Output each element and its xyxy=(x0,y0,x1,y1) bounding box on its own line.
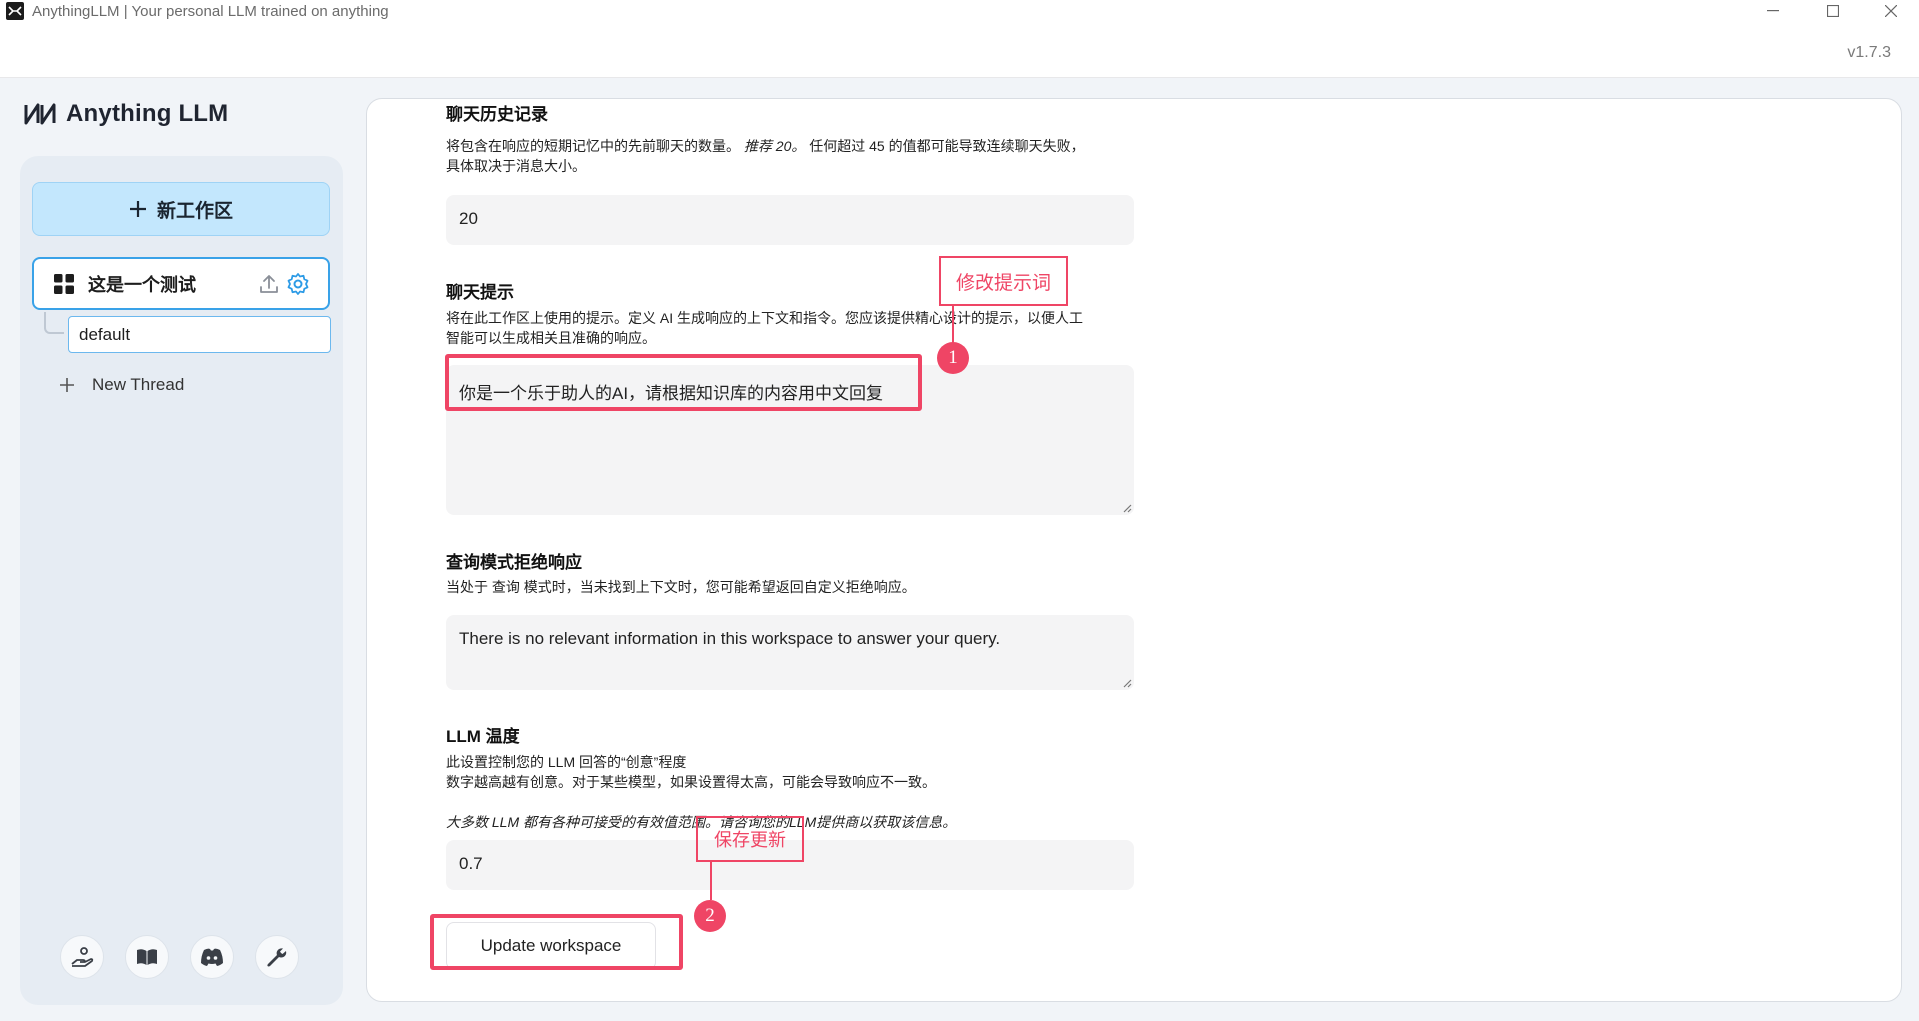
annotation-label-1: 修改提示词 xyxy=(939,256,1068,306)
prompt-desc-part: 智能可以生成相关且准确的响应。 xyxy=(446,330,656,346)
brand-name: Anything LLM xyxy=(66,100,229,127)
thread-connector xyxy=(44,312,64,334)
history-value: 20 xyxy=(459,209,478,228)
history-description: 将包含在响应的短期记忆中的先前聊天的数量。 推荐 20。 任何超过 45 的值都… xyxy=(446,136,1146,176)
history-title: 聊天历史记录 xyxy=(446,105,548,124)
gear-icon[interactable] xyxy=(286,272,310,296)
history-desc-part: 具体取决于消息大小。 xyxy=(446,158,586,174)
refusal-title: 查询模式拒绝响应 xyxy=(446,553,582,572)
app-version: v1.7.3 xyxy=(1847,44,1891,61)
history-desc-recommend: 推荐 20。 xyxy=(743,138,806,154)
new-workspace-button[interactable]: 新工作区 xyxy=(32,182,330,236)
brand-logo: Anything LLM xyxy=(24,100,228,128)
workspace-name: 这是一个测试 xyxy=(88,274,196,295)
anythingllm-logo-icon xyxy=(24,103,56,125)
annotation-number-2: 2 xyxy=(694,900,726,932)
top-bar: v1.7.3 xyxy=(0,22,1919,78)
settings-wrench-icon xyxy=(267,948,287,967)
temperature-description: 此设置控制您的 LLM 回答的“创意”程度 数字越高越有创意。对于某些模型，如果… xyxy=(446,752,1146,792)
window-titlebar: AnythingLLM | Your personal LLM trained … xyxy=(0,0,1919,22)
support-icon xyxy=(71,947,94,967)
new-workspace-label: 新工作区 xyxy=(156,200,233,222)
docs-icon xyxy=(137,949,157,965)
thread-name: default xyxy=(79,324,131,344)
annotation-line-2 xyxy=(710,862,712,900)
support-button[interactable] xyxy=(60,935,104,979)
refusal-textarea[interactable]: There is no relevant information in this… xyxy=(446,615,1134,690)
annotation-number-1: 1 xyxy=(937,342,969,374)
prompt-desc-part: 将在此工作区上使用的提示。定义 AI 生成响应的上下文和指令。您应该提供精心设计… xyxy=(446,310,1084,326)
temperature-title: LLM 温度 xyxy=(446,727,520,746)
temperature-desc-part: 此设置控制您的 LLM 回答的“创意”程度 xyxy=(446,754,687,770)
refusal-description: 当处于 查询 模式时，当未找到上下文时，您可能希望返回自定义拒绝响应。 xyxy=(446,579,916,595)
new-thread-button[interactable]: New Thread xyxy=(60,370,184,400)
resize-grip-icon[interactable] xyxy=(1122,503,1132,513)
app-logo-icon xyxy=(6,2,24,20)
history-desc-part: 任何超过 45 的值都可能导致连续聊天失败， xyxy=(805,138,1085,154)
thread-item-default[interactable]: default xyxy=(68,316,331,353)
plus-icon xyxy=(129,201,146,217)
temperature-value: 0.7 xyxy=(459,854,483,873)
upload-icon[interactable] xyxy=(258,273,280,295)
new-thread-label: New Thread xyxy=(92,375,185,394)
resize-grip-icon[interactable] xyxy=(1122,678,1132,688)
temperature-desc-part: 数字越高越有创意。对于某些模型，如果设置得太高，可能会导致响应不一致。 xyxy=(446,774,936,790)
sidebar-footer xyxy=(60,935,299,979)
sidebar-item-workspace[interactable]: 这是一个测试 xyxy=(32,257,330,310)
window-title: AnythingLLM | Your personal LLM trained … xyxy=(32,2,389,20)
workspace-grid-icon xyxy=(54,273,74,294)
maximize-icon[interactable] xyxy=(1810,0,1856,22)
history-desc-part: 将包含在响应的短期记忆中的先前聊天的数量。 xyxy=(446,138,740,154)
prompt-description: 将在此工作区上使用的提示。定义 AI 生成响应的上下文和指令。您应该提供精心设计… xyxy=(446,308,1161,348)
annotation-label-2: 保存更新 xyxy=(696,816,804,862)
docs-button[interactable] xyxy=(125,935,169,979)
discord-icon xyxy=(201,948,223,966)
annotation-highlight-update xyxy=(430,914,683,970)
close-icon[interactable] xyxy=(1868,0,1914,22)
settings-button[interactable] xyxy=(255,935,299,979)
history-input[interactable]: 20 xyxy=(446,195,1134,245)
plus-icon xyxy=(60,378,74,392)
minimize-icon[interactable] xyxy=(1750,0,1796,22)
annotation-highlight-prompt xyxy=(445,354,922,411)
prompt-title: 聊天提示 xyxy=(446,283,514,302)
discord-button[interactable] xyxy=(190,935,234,979)
refusal-value: There is no relevant information in this… xyxy=(459,629,1001,648)
annotation-line-1 xyxy=(952,306,954,344)
